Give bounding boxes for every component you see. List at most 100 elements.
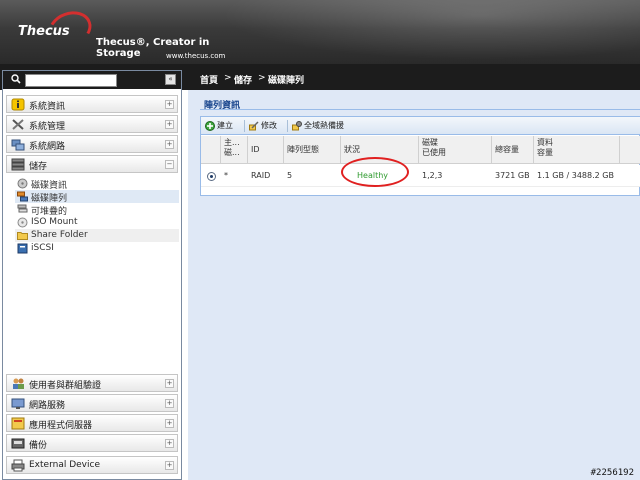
column-header-master[interactable]: 主... 磁...: [221, 136, 248, 164]
sidebar-item-system-management[interactable]: 系統管理 +: [6, 115, 178, 133]
breadcrumb-home-link[interactable]: 首頁: [200, 73, 218, 86]
iso-icon: [17, 217, 28, 228]
create-button[interactable]: 建立: [205, 120, 239, 132]
table-row[interactable]: * RAID 5 Healthy 1,2,3 3721 GB 1.1 GB / …: [201, 165, 640, 187]
search-icon: [11, 74, 21, 84]
edit-icon: [249, 121, 259, 131]
header-banner: Thecus Thecus®, Creator in Storage www.t…: [0, 0, 640, 64]
column-header-status[interactable]: 狀況: [341, 136, 419, 164]
edit-label: 修改: [261, 121, 277, 130]
column-header-extra: [620, 136, 640, 164]
global-hot-spare-button[interactable]: 全域熱備援: [292, 120, 356, 132]
column-header-raid-level[interactable]: 陣列型態: [284, 136, 341, 164]
sidebar-item-storage[interactable]: 儲存 −: [6, 155, 178, 173]
sidebar: « 系統資訊 + 系統管理 + 系統網路 + 儲存 − 磁碟資訊 磁碟陣列 可堆…: [2, 70, 182, 480]
column-header-data-capacity[interactable]: 資料 容量: [534, 136, 620, 164]
expand-toggle[interactable]: +: [165, 399, 174, 408]
folder-icon: [17, 232, 28, 240]
sidebar-item-label: Share Folder: [31, 230, 88, 240]
expand-toggle[interactable]: +: [165, 379, 174, 388]
header-shine: [220, 0, 640, 60]
search-input[interactable]: [25, 74, 117, 87]
sidebar-item-label: 應用程式伺服器: [29, 421, 93, 431]
app-server-icon: [11, 417, 25, 430]
sidebar-item-label: 系統管理: [29, 122, 66, 132]
sidebar-item-iscsi[interactable]: iSCSI: [15, 242, 179, 255]
users-icon: [13, 378, 24, 389]
disk-icon: [17, 178, 28, 189]
network-icon: [11, 139, 25, 151]
sidebar-item-label: 網路服務: [29, 401, 66, 411]
printer-icon: [11, 459, 25, 472]
iscsi-icon: [17, 243, 28, 254]
expand-toggle[interactable]: +: [165, 120, 174, 129]
tools-icon: [12, 119, 24, 130]
raid-icon: [17, 191, 28, 202]
expand-toggle[interactable]: +: [165, 439, 174, 448]
stack-icon: [17, 204, 28, 213]
sidebar-item-iso-mount[interactable]: ISO Mount: [15, 216, 179, 229]
cell-disks-used: 1,2,3: [422, 171, 443, 180]
expand-toggle[interactable]: +: [165, 419, 174, 428]
website-text: www.thecus.com: [166, 52, 226, 60]
expand-toggle[interactable]: +: [165, 100, 174, 109]
search-bar: «: [3, 71, 181, 89]
column-header-id[interactable]: ID: [248, 136, 284, 164]
breadcrumb: 首頁 > 儲存 > 磁碟陣列: [188, 70, 640, 88]
panel-divider: [200, 109, 640, 110]
sidebar-item-backup[interactable]: 備份 +: [6, 434, 178, 452]
breadcrumb-storage-link[interactable]: 儲存: [234, 73, 252, 86]
toolbar: 建立 修改 全域熱備援: [201, 117, 640, 135]
select-column-header: [201, 136, 221, 164]
raid-info-panel: 建立 修改 全域熱備援 主... 磁... ID 陣列型態 狀況 磁碟 已使用 …: [200, 116, 640, 196]
main-content: 陣列資訊 建立 修改 全域熱備援 主... 磁... ID 陣列型態 狀況 磁碟…: [188, 90, 640, 480]
sidebar-item-label: External Device: [29, 460, 100, 470]
breadcrumb-separator: >: [258, 73, 266, 83]
cell-id: RAID: [251, 171, 271, 180]
sidebar-item-label: 儲存: [29, 162, 48, 172]
edit-button[interactable]: 修改: [249, 120, 283, 132]
collapse-toggle[interactable]: −: [165, 160, 174, 169]
cell-total-capacity: 3721 GB: [495, 171, 530, 180]
sidebar-item-users-groups[interactable]: 使用者與群組驗證 +: [6, 374, 178, 392]
sidebar-item-disk-info[interactable]: 磁碟資訊: [15, 177, 179, 191]
sidebar-item-label: 系統資訊: [29, 102, 66, 112]
create-label: 建立: [217, 121, 233, 130]
column-header-total-capacity[interactable]: 總容量: [492, 136, 534, 164]
row-select-radio[interactable]: [207, 172, 216, 181]
sidebar-item-label: ISO Mount: [31, 217, 78, 227]
hot-spare-icon: [292, 121, 302, 131]
toolbar-separator: [244, 120, 245, 132]
thecus-logo: Thecus Thecus®, Creator in Storage www.t…: [18, 5, 225, 60]
breadcrumb-separator: >: [224, 73, 232, 83]
info-icon: [11, 98, 25, 111]
expand-toggle[interactable]: +: [165, 461, 174, 470]
expand-toggle[interactable]: +: [165, 140, 174, 149]
sidebar-item-stackable[interactable]: 可堆疊的: [15, 203, 179, 217]
sidebar-item-label: 備份: [29, 441, 48, 451]
sidebar-item-network-services[interactable]: 網路服務 +: [6, 394, 178, 412]
brand-name: Thecus: [18, 24, 70, 39]
global-hot-spare-label: 全域熱備援: [304, 121, 344, 130]
grid-header: 主... 磁... ID 陣列型態 狀況 磁碟 已使用 總容量 資料 容量: [201, 136, 640, 164]
cell-status: Healthy: [357, 171, 389, 180]
sidebar-item-app-server[interactable]: 應用程式伺服器 +: [6, 414, 178, 432]
sidebar-item-external-device[interactable]: External Device +: [6, 456, 178, 474]
cell-data-capacity: 1.1 GB / 3488.2 GB: [537, 171, 614, 180]
storage-icon: [11, 158, 25, 171]
sidebar-item-label: 使用者與群組驗證: [29, 381, 102, 391]
column-header-disks-used[interactable]: 磁碟 已使用: [419, 136, 492, 164]
toolbar-separator: [287, 120, 288, 132]
sidebar-item-share-folder[interactable]: Share Folder: [15, 229, 179, 242]
cell-master: *: [224, 171, 228, 180]
network-service-icon: [11, 398, 25, 409]
collapse-sidebar-button[interactable]: «: [165, 74, 176, 85]
breadcrumb-current: 磁碟陣列: [268, 76, 305, 86]
app-window: Thecus Thecus®, Creator in Storage www.t…: [0, 0, 640, 480]
sidebar-item-system-network[interactable]: 系統網路 +: [6, 135, 178, 153]
sidebar-item-raid[interactable]: 磁碟陣列: [15, 190, 179, 204]
backup-icon: [11, 438, 25, 449]
sidebar-item-label: 系統網路: [29, 142, 66, 152]
sidebar-item-system-info[interactable]: 系統資訊 +: [6, 95, 178, 113]
watermark: #2256192: [590, 468, 634, 478]
